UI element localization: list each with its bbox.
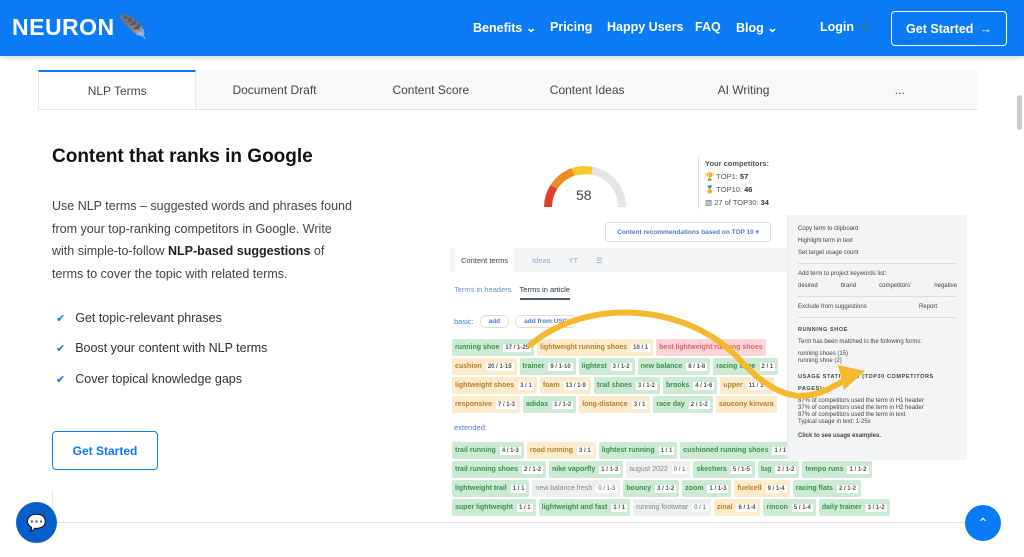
feature-check: ✔ Get topic-relevant phrases bbox=[56, 311, 222, 325]
competitors-box: Your competitors: 🏆 TOP1: 57 🏅 TOP10: 46… bbox=[698, 157, 769, 209]
chevron-down-icon: ⌄ bbox=[767, 21, 778, 35]
recommendation-dropdown: Content recommendations based on TOP 10 … bbox=[605, 222, 771, 242]
term-chip: skechers 5 / 1-5 bbox=[693, 461, 755, 478]
term-chip: trail shoes 3 / 1-2 bbox=[593, 377, 660, 394]
term-chip: lightweight trail 1 / 1 bbox=[452, 480, 530, 497]
top-navbar: NEURON 🪶 Benefits ⌄ Pricing Happy Users F… bbox=[0, 0, 1024, 56]
feather-icon: 🪶 bbox=[118, 14, 148, 40]
term-chip: racing flats 2 / 1-2 bbox=[792, 480, 861, 497]
term-chip: responsive 7 / 1-3 bbox=[452, 396, 520, 413]
term-chip: racing shoe 2 / 1 bbox=[713, 358, 779, 375]
user-icon: 👤 bbox=[857, 20, 874, 34]
term-chip: bouncy 3 / 1-2 bbox=[623, 480, 680, 497]
nav-blog[interactable]: Blog ⌄ bbox=[736, 20, 778, 35]
podium-icon: ▥ bbox=[705, 198, 713, 207]
term-chip: zoom 1 / 1-3 bbox=[682, 480, 732, 497]
term-chip: long-distance 3 / 1 bbox=[579, 396, 651, 413]
term-chip: trail running 4 / 1-3 bbox=[452, 442, 524, 459]
divider bbox=[52, 522, 978, 523]
term-chip: lightest running 1 / 1 bbox=[598, 442, 678, 459]
nav-happy-users[interactable]: Happy Users bbox=[607, 20, 683, 34]
term-chip: foam 13 / 1-9 bbox=[539, 377, 591, 394]
tab-ai-writing[interactable]: AI Writing bbox=[665, 70, 821, 109]
term-chip: running footwear 0 / 1 bbox=[633, 499, 711, 516]
term-chip: new balance 8 / 1-8 bbox=[637, 358, 711, 375]
section-description: Use NLP terms – suggested words and phra… bbox=[52, 199, 352, 281]
chevron-up-icon: ⌃ bbox=[977, 514, 989, 531]
tab-terms-in-headers: Terms in headers bbox=[454, 285, 512, 294]
product-screenshot: 58 Your competitors: 🏆 TOP1: 57 🏅 TOP10:… bbox=[440, 145, 975, 522]
term-chip: adidas 1 / 1-2 bbox=[522, 396, 577, 413]
term-row: trail running shoes 2 / 1-2 nike vaporfly 1… bbox=[452, 461, 967, 478]
term-chip: nike vaporfly 1 / 1-3 bbox=[549, 461, 624, 478]
term-chip: lightweight running shoes 10 / 1 bbox=[537, 339, 654, 356]
term-chip: trainer 9 / 1-10 bbox=[519, 358, 576, 375]
trophy-icon: 🏆 bbox=[705, 172, 715, 181]
term-chip: super lightweight 1 / 1 bbox=[452, 499, 536, 516]
feature-tabs: NLP Terms Document Draft Content Score C… bbox=[38, 70, 978, 110]
logo[interactable]: NEURON 🪶 bbox=[12, 14, 148, 41]
term-chip: tempo runs 1 / 1-2 bbox=[802, 461, 872, 478]
term-chip: lightweight shoes 3 / 1 bbox=[452, 377, 537, 394]
term-chip: trail running shoes 2 / 1-2 bbox=[452, 461, 547, 478]
check-icon: ✔ bbox=[56, 342, 66, 355]
term-chip: lug 2 / 1-2 bbox=[757, 461, 800, 478]
get-started-cta[interactable]: Get Started bbox=[52, 431, 158, 470]
tab-content-score[interactable]: Content Score bbox=[353, 70, 509, 109]
section-title: Content that ranks in Google bbox=[52, 146, 313, 167]
check-icon: ✔ bbox=[56, 312, 66, 325]
term-chip: brooks 4 / 1-6 bbox=[662, 377, 718, 394]
term-chip: road running 3 / 1 bbox=[526, 442, 596, 459]
check-icon: ✔ bbox=[56, 373, 66, 386]
settings-icon: ☰ bbox=[596, 255, 603, 265]
tab-ideas: Ideas bbox=[532, 255, 551, 265]
login-link[interactable]: Login 👤 bbox=[820, 20, 873, 35]
tab-nlp-terms[interactable]: NLP Terms bbox=[38, 70, 197, 109]
term-chip: lightweight and fast 1 / 1 bbox=[538, 499, 631, 516]
nav-pricing[interactable]: Pricing bbox=[550, 20, 592, 34]
term-chip: cushioned running shoes 1 / 1 bbox=[680, 442, 792, 459]
tab-content-terms: Content terms bbox=[455, 248, 515, 272]
term-chip: cushion 20 / 1-15 bbox=[452, 358, 517, 375]
feature-check: ✔ Boost your content with NLP terms bbox=[56, 341, 268, 355]
chat-button[interactable]: 💬 bbox=[16, 502, 57, 543]
arrow-right-icon: → bbox=[979, 21, 992, 36]
term-chip: lightest 3 / 1-2 bbox=[578, 358, 635, 375]
scroll-to-top-button[interactable]: ⌃ bbox=[965, 505, 1001, 541]
tab-terms-in-article: Terms in article bbox=[519, 285, 570, 300]
nav-faq[interactable]: FAQ bbox=[695, 20, 721, 34]
term-chip: best lightweight running shoes bbox=[656, 339, 766, 356]
tab-yt: YT bbox=[568, 255, 579, 265]
get-started-button[interactable]: Get Started → bbox=[891, 11, 1007, 46]
chevron-down-icon: ⌄ bbox=[525, 21, 537, 35]
tab-content-ideas[interactable]: Content Ideas bbox=[509, 70, 665, 109]
term-chip: new balance fresh 0 / 1-3 bbox=[532, 480, 621, 497]
score-value: 58 bbox=[576, 187, 592, 203]
term-chip: zinal 6 / 1-4 bbox=[713, 499, 761, 516]
term-chip: rincon 5 / 1-4 bbox=[763, 499, 816, 516]
term-chip: upper 11 / 1-8 bbox=[720, 377, 774, 394]
chat-icon: 💬 bbox=[26, 514, 47, 532]
term-chip: august 2022 0 / 1 bbox=[626, 461, 691, 478]
term-chip: fuelcell 9 / 1-4 bbox=[734, 480, 790, 497]
term-row: lightweight trail 1 / 1 new balance fresh 0… bbox=[452, 480, 967, 497]
tab-more[interactable]: ... bbox=[822, 70, 978, 109]
term-chip: daily trainer 3 / 1-2 bbox=[818, 499, 890, 516]
medal-icon: 🏅 bbox=[705, 185, 715, 194]
scrollbar[interactable] bbox=[1017, 95, 1022, 130]
term-chip: race day 2 / 1-2 bbox=[653, 396, 713, 413]
term-chip: saucony kinvara bbox=[715, 396, 777, 413]
term-details-sidebar: Copy term to clipboard Highlight term in … bbox=[787, 215, 967, 460]
term-row: super lightweight 1 / 1 lightweight and fa… bbox=[452, 499, 967, 516]
feature-check: ✔ Cover topical knowledge gaps bbox=[56, 372, 242, 386]
nav-benefits[interactable]: Benefits ⌄ bbox=[473, 20, 536, 35]
term-chip: running shoe 17 / 1-25 bbox=[452, 339, 535, 356]
tab-document-draft[interactable]: Document Draft bbox=[196, 70, 352, 109]
